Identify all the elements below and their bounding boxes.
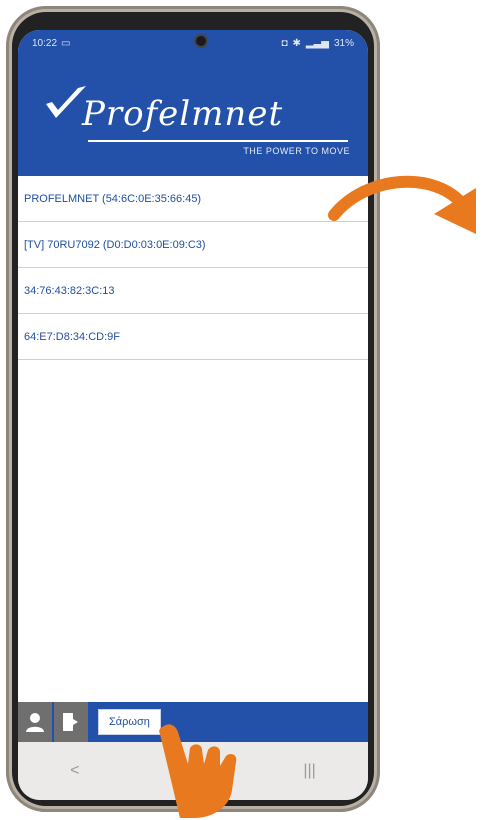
battery-level: 31% — [333, 37, 354, 49]
app-header: Profelmnet THE POWER TO MOVE — [18, 56, 368, 176]
nav-back-button[interactable]: < — [70, 762, 79, 780]
device-item[interactable]: 64:E7:D8:34:CD:9F — [18, 314, 368, 360]
phone-screen: 10:22 ▭ ◘ ✱ ▂▃▅ 31% Profelmnet THE POWER… — [18, 30, 368, 800]
signal-icon: ▂▃▅ — [305, 37, 329, 49]
device-label: PROFELMNET (54:6C:0E:35:66:45) — [24, 192, 202, 205]
device-item[interactable]: 34:76:43:82:3C:13 — [18, 268, 368, 314]
status-time: 10:22 — [32, 37, 58, 49]
status-right: ◘ ✱ ▂▃▅ 31% — [281, 38, 354, 49]
logo-underline — [88, 140, 348, 142]
device-item[interactable]: PROFELMNET (54:6C:0E:35:66:45) — [18, 176, 368, 222]
user-button[interactable] — [18, 702, 52, 742]
device-label: 34:76:43:82:3C:13 — [24, 284, 115, 297]
device-label: [TV] 70RU7092 (D0:D0:03:0E:09:C3) — [24, 238, 206, 251]
brand-logo-text: Profelmnet — [82, 94, 284, 134]
user-icon — [26, 713, 44, 732]
brand-tagline: THE POWER TO MOVE — [243, 146, 350, 156]
device-item[interactable]: [TV] 70RU7092 (D0:D0:03:0E:09:C3) — [18, 222, 368, 268]
gallery-notification-icon: ▭ — [61, 37, 71, 49]
nav-recents-button[interactable]: ||| — [303, 762, 315, 780]
device-label: 64:E7:D8:34:CD:9F — [24, 330, 120, 343]
device-list: PROFELMNET (54:6C:0E:35:66:45) [TV] 70RU… — [18, 176, 368, 708]
status-left: 10:22 ▭ — [32, 38, 70, 49]
notification-icon: ◘ — [281, 37, 288, 49]
tapping-hand-icon — [159, 724, 237, 818]
curved-arrow-icon — [328, 175, 476, 234]
bluetooth-icon: ✱ — [292, 37, 301, 49]
exit-icon — [63, 713, 78, 731]
exit-button[interactable] — [54, 702, 88, 742]
front-camera — [194, 34, 208, 48]
status-bar: 10:22 ▭ ◘ ✱ ▂▃▅ 31% — [18, 30, 368, 56]
